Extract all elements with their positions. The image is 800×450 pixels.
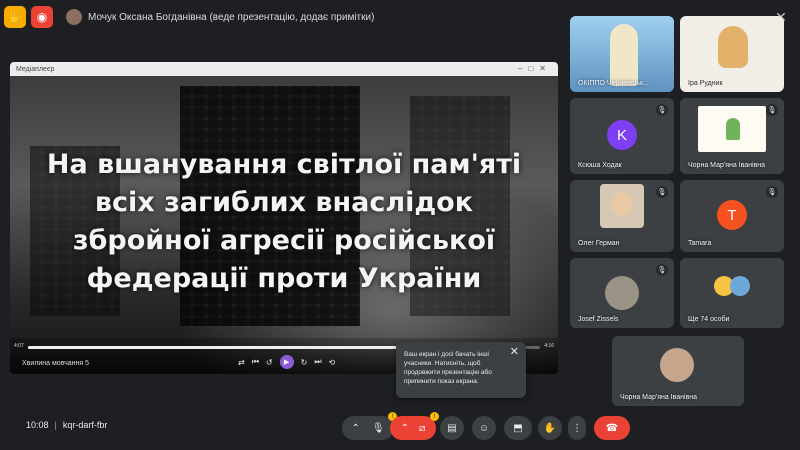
- avatar-letter: T: [727, 206, 737, 224]
- previous-icon[interactable]: ⏮: [252, 357, 259, 367]
- camera-off-icon: ⧄: [419, 422, 426, 434]
- tree-graphic: [726, 118, 740, 140]
- avatar: [660, 348, 694, 382]
- close-icon[interactable]: ✕: [510, 347, 519, 358]
- participant-name: Чорна Мар'яна Іванівна: [620, 394, 698, 401]
- recording-button[interactable]: ◉: [31, 6, 53, 28]
- notification-button[interactable]: ✋: [4, 6, 26, 28]
- window-controls: –□✕: [518, 64, 552, 73]
- record-icon: ◉: [36, 10, 48, 24]
- play-button[interactable]: ▶: [279, 355, 294, 369]
- meeting-info: 10:08 | kqr-darf-fbr: [26, 420, 108, 430]
- participant-name: Josef Zissels: [578, 316, 619, 323]
- participant-tile[interactable]: ОКІППО Чернівецьк...: [570, 16, 674, 92]
- bottom-bar: 10:08 | kqr-darf-fbr ⌃ 🎙 ! ⌃ ⧄ ! ▤ ☺ ⬒ ✋ ⋮…: [0, 408, 800, 450]
- mic-off-icon: 🎙: [371, 422, 385, 434]
- participant-name: Ксюша Ходак: [578, 162, 622, 169]
- captions-button[interactable]: ▤: [440, 416, 464, 440]
- end-call-icon: ☎: [605, 422, 619, 434]
- video-feed: [600, 184, 644, 228]
- participant-tile[interactable]: Іра Рудник: [680, 16, 784, 92]
- mic-toggle[interactable]: ⌃ 🎙 !: [342, 412, 397, 440]
- participant-tile-overflow[interactable]: Ще 74 особи: [680, 258, 784, 328]
- more-options-button[interactable]: ⋮: [568, 416, 586, 440]
- avatar-letter: K: [616, 126, 627, 144]
- time-total: 4:16: [544, 343, 554, 349]
- mic-off-icon: 🎙: [766, 186, 778, 198]
- captions-icon: ▤: [447, 422, 457, 434]
- toast-message: Ваш екран і досі бачать інші учасники. Н…: [404, 351, 492, 385]
- chevron-up-icon: ⌃: [351, 422, 360, 434]
- participant-tile[interactable]: 🎙 Чорна Мар'яна Іванівна: [680, 98, 784, 174]
- emoji-icon: ☺: [478, 422, 490, 434]
- slide: На вшанування світлої пам'яті всіх загиб…: [10, 76, 558, 374]
- participant-tile[interactable]: Чорна Мар'яна Іванівна: [612, 336, 744, 406]
- shuffle-icon[interactable]: ⇄: [238, 358, 245, 367]
- avatar: K: [607, 120, 637, 150]
- leave-call-button[interactable]: ☎: [594, 416, 630, 440]
- window-title: Медіаплеєр: [16, 65, 55, 73]
- meeting-code: kqr-darf-fbr: [62, 420, 108, 430]
- presentation-preview: [698, 106, 766, 152]
- person-figure: [610, 24, 638, 86]
- participant-name: Ще 74 особи: [688, 316, 730, 323]
- presenter-label: Мочук Оксана Богданівна (веде презентаці…: [88, 11, 375, 23]
- hand-icon: ✋: [543, 422, 557, 434]
- presenter-indicator: Мочук Оксана Богданівна (веде презентаці…: [66, 9, 374, 25]
- media-label: Хвилина мовчання 5: [22, 360, 90, 367]
- avatar: [730, 276, 750, 296]
- person-figure: [612, 192, 632, 216]
- participant-name: ОКІППО Чернівецьк...: [578, 80, 649, 87]
- avatar: [605, 276, 639, 310]
- slide-title-line: збройної агресії російської: [72, 225, 496, 256]
- mic-off-icon: 🎙: [656, 104, 668, 116]
- avatar: T: [717, 200, 747, 230]
- chevron-up-icon: ⌃: [400, 422, 409, 434]
- forward-icon[interactable]: ↻: [301, 358, 308, 367]
- participant-name: Олег Герман: [578, 240, 620, 247]
- person-figure: [718, 26, 748, 68]
- slide-title: На вшанування світлої пам'яті всіх загиб…: [30, 146, 538, 298]
- media-buttons: ⇄ ⏮ ↺ ▶ ↻ ⏭ ⟲: [238, 355, 335, 369]
- participant-tile[interactable]: 🎙 K Ксюша Ходак: [570, 98, 674, 174]
- shared-screen[interactable]: Медіаплеєр –□✕ На вшанування світлої пам…: [10, 62, 558, 374]
- next-icon[interactable]: ⏭: [314, 357, 321, 367]
- time-elapsed: 4:07: [14, 343, 24, 349]
- mic-off-icon: 🎙: [656, 186, 668, 198]
- mic-off-icon: 🎙: [766, 104, 778, 116]
- current-time: 10:08: [26, 420, 49, 430]
- raise-hand-button[interactable]: ✋: [538, 416, 562, 440]
- presenter-avatar: [66, 9, 82, 25]
- player-window-titlebar: Медіаплеєр –□✕: [10, 62, 558, 76]
- hand-icon: ✋: [7, 10, 23, 24]
- slide-title-line: федерації проти України: [86, 263, 482, 294]
- camera-toggle[interactable]: ⌃ ⧄ !: [390, 412, 439, 440]
- screen-share-toast: Ваш екран і досі бачать інші учасники. Н…: [396, 342, 526, 398]
- emoji-button[interactable]: ☺: [472, 416, 496, 440]
- rewind-icon[interactable]: ↺: [266, 358, 273, 367]
- slide-title-line: всіх загиблих внаслідок: [94, 187, 474, 218]
- play-icon: ▶: [283, 359, 290, 366]
- participant-tile[interactable]: 🎙 T Tamara: [680, 180, 784, 252]
- slide-title-line: На вшанування світлої пам'яті: [46, 149, 522, 180]
- participant-tile[interactable]: 🎙 Josef Zissels: [570, 258, 674, 328]
- more-vert-icon: ⋮: [572, 422, 582, 434]
- participant-tile[interactable]: 🎙 Олег Герман: [570, 180, 674, 252]
- participant-name: Чорна Мар'яна Іванівна: [688, 162, 766, 169]
- participant-name: Іра Рудник: [688, 80, 723, 87]
- warning-icon: !: [430, 412, 439, 421]
- mic-off-icon: 🎙: [656, 264, 668, 276]
- present-screen-icon: ⬒: [513, 422, 523, 434]
- present-button[interactable]: ⬒: [504, 416, 532, 440]
- participant-name: Tamara: [688, 240, 712, 247]
- repeat-icon[interactable]: ⟲: [329, 358, 336, 367]
